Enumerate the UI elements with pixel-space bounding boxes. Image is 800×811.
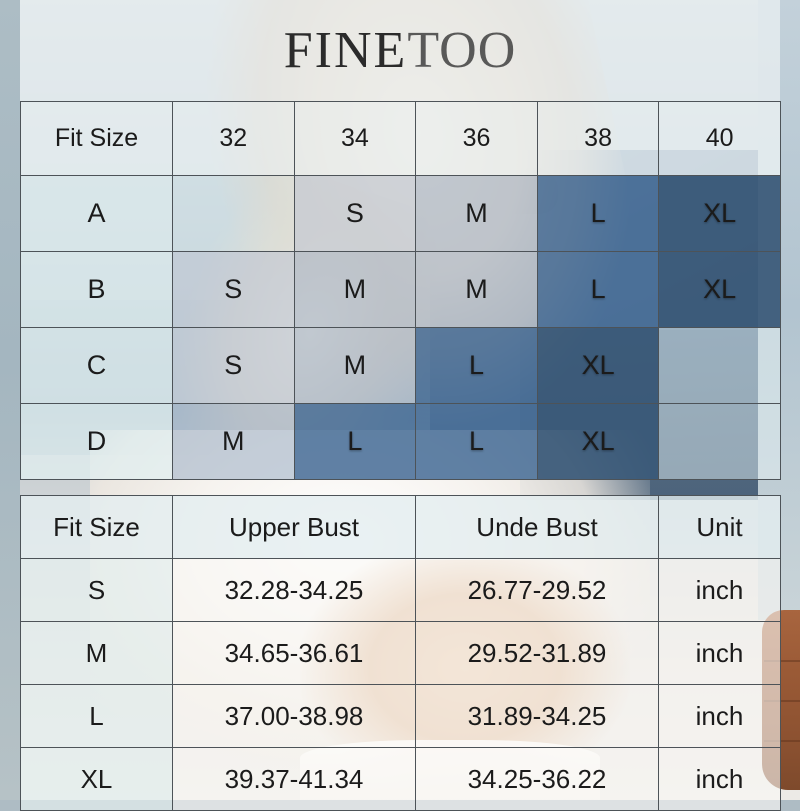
measure-table-header-row: Fit Size Upper Bust Unde Bust Unit (20, 495, 781, 559)
size-cell: XL (658, 175, 781, 252)
measure-table-row: M 34.65-36.61 29.52-31.89 inch (20, 621, 781, 685)
photo-left-edge (0, 0, 20, 800)
measure-column-header: Unde Bust (415, 495, 659, 559)
size-cell: XL (658, 251, 781, 328)
size-cell: S (172, 327, 295, 404)
size-cell: L (293, 403, 417, 480)
cup-label: B (20, 251, 173, 328)
size-cell: L (536, 175, 660, 252)
size-cell: S (293, 175, 417, 252)
measure-column-header: Unit (658, 495, 781, 559)
measure-under-bust: 34.25-36.22 (415, 747, 659, 811)
size-cell: S (172, 251, 295, 328)
band-size-header: 34 (293, 101, 417, 176)
size-cell: XL (536, 403, 660, 480)
size-cell: M (293, 327, 417, 404)
cup-size-table: Fit Size 32 34 36 38 40 A S M L XL B S M M L XL C S M L XL D M L… (20, 101, 781, 480)
measure-upper-bust: 37.00-38.98 (172, 684, 416, 748)
size-cell-empty (172, 175, 295, 252)
size-cell: M (415, 251, 538, 328)
cup-table-row: D M L L XL (20, 403, 781, 480)
size-cell: M (172, 403, 295, 480)
measure-upper-bust: 39.37-41.34 (172, 747, 416, 811)
measure-table-row: L 37.00-38.98 31.89-34.25 inch (20, 684, 781, 748)
measure-table-row: S 32.28-34.25 26.77-29.52 inch (20, 558, 781, 622)
size-cell-empty (658, 327, 781, 404)
cup-table-row: B S M M L XL (20, 251, 781, 328)
measure-size: L (20, 684, 173, 748)
cup-label: D (20, 403, 173, 480)
measure-under-bust: 31.89-34.25 (415, 684, 659, 748)
measure-unit: inch (658, 621, 781, 685)
band-size-header: 32 (172, 101, 295, 176)
size-cell: M (293, 251, 417, 328)
band-size-header: 36 (415, 101, 538, 176)
measure-unit: inch (658, 684, 781, 748)
measure-column-header: Fit Size (20, 495, 173, 559)
cup-label: A (20, 175, 173, 252)
size-cell: L (415, 403, 538, 480)
measure-size: S (20, 558, 173, 622)
measure-table-row: XL 39.37-41.34 34.25-36.22 inch (20, 747, 781, 811)
measure-under-bust: 26.77-29.52 (415, 558, 659, 622)
brand-header: FINETOO (20, 0, 780, 101)
cup-table-row: A S M L XL (20, 175, 781, 252)
measure-column-header: Upper Bust (172, 495, 416, 559)
size-cell: L (415, 327, 538, 404)
size-cell: XL (536, 327, 660, 404)
measure-upper-bust: 34.65-36.61 (172, 621, 416, 685)
measure-size: XL (20, 747, 173, 811)
measure-upper-bust: 32.28-34.25 (172, 558, 416, 622)
measure-under-bust: 29.52-31.89 (415, 621, 659, 685)
cup-label: C (20, 327, 173, 404)
measure-unit: inch (658, 747, 781, 811)
measure-unit: inch (658, 558, 781, 622)
size-cell: L (536, 251, 660, 328)
cup-table-header-row: Fit Size 32 34 36 38 40 (20, 101, 781, 176)
cup-table-row: C S M L XL (20, 327, 781, 404)
size-cell-empty (658, 403, 781, 480)
brand-logo-bold: FINE (283, 21, 408, 79)
size-cell: M (415, 175, 538, 252)
measure-size: M (20, 621, 173, 685)
brand-logo-light: TOO (407, 21, 517, 79)
measurement-table: Fit Size Upper Bust Unde Bust Unit S 32.28-34… (20, 495, 781, 811)
band-size-header: 38 (536, 101, 660, 176)
cup-table-corner-label: Fit Size (20, 101, 173, 176)
brand-logo: FINETOO (283, 21, 517, 79)
band-size-header: 40 (658, 101, 781, 176)
